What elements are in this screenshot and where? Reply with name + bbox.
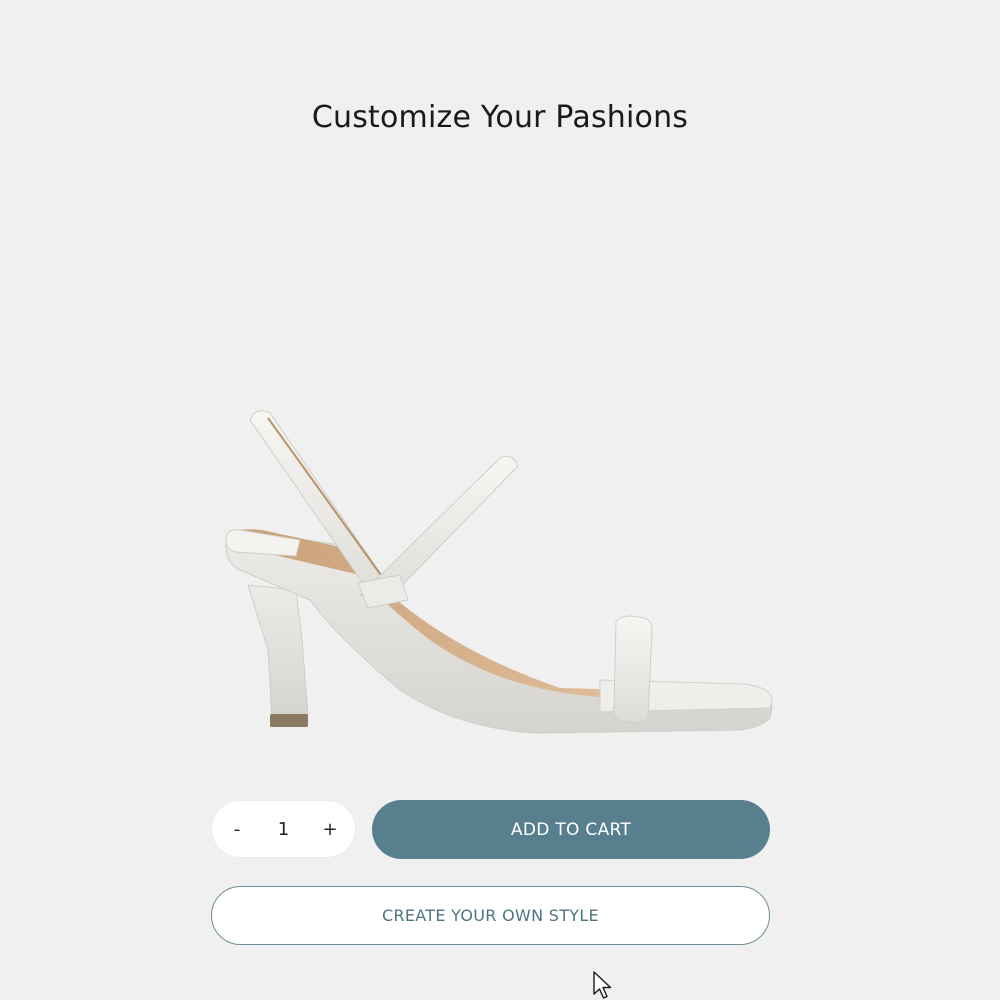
quantity-stepper[interactable]: - 1 +: [212, 801, 355, 857]
sandal-product-image: [225, 410, 773, 734]
create-your-own-style-button[interactable]: CREATE YOUR OWN STYLE: [211, 886, 770, 945]
mouse-pointer-icon: [593, 971, 612, 999]
increment-button[interactable]: +: [317, 814, 343, 844]
decrement-button[interactable]: -: [224, 814, 250, 844]
page-title: Customize Your Pashions: [311, 100, 689, 135]
quantity-value[interactable]: 1: [250, 819, 317, 840]
add-to-cart-button[interactable]: ADD TO CART: [372, 800, 770, 859]
